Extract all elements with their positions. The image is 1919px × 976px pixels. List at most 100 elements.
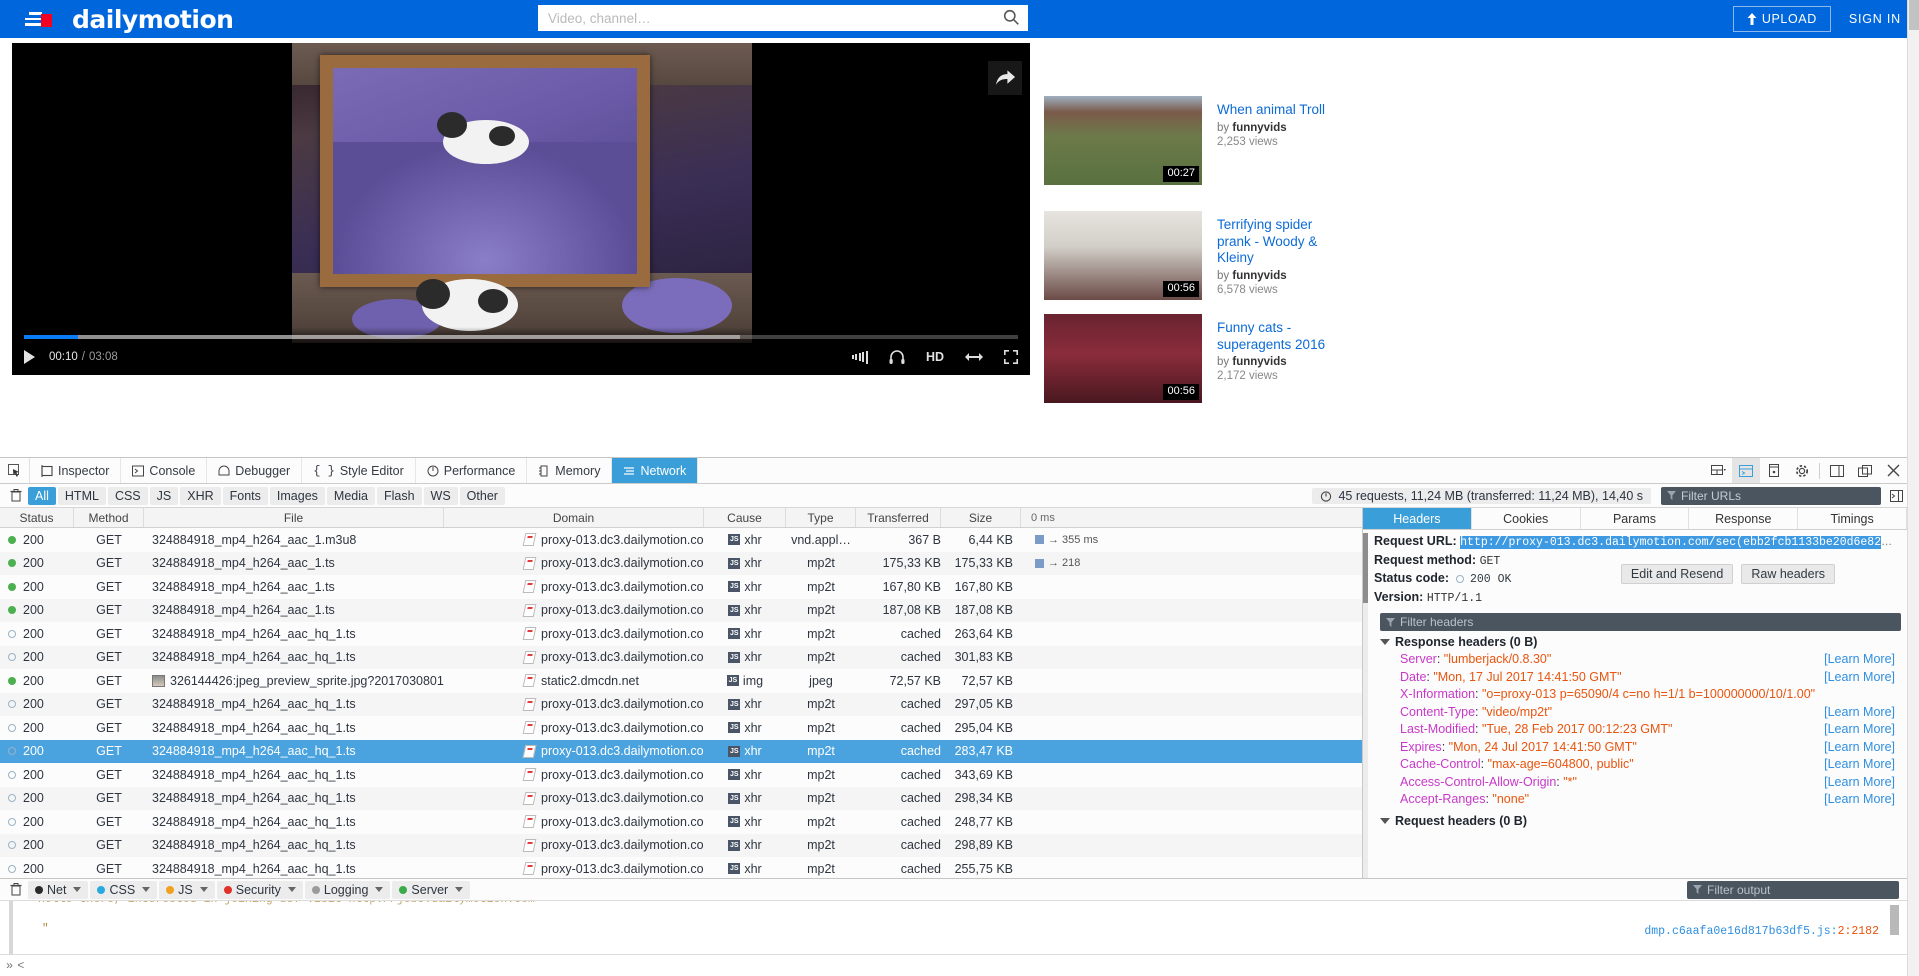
video-title[interactable]: When animal Troll xyxy=(1217,102,1325,119)
upload-button[interactable]: UPLOAD xyxy=(1732,6,1831,32)
col-method[interactable]: Method xyxy=(74,508,144,527)
col-cause[interactable]: Cause xyxy=(704,508,786,527)
filter-html[interactable]: HTML xyxy=(57,486,106,505)
response-headers-group[interactable]: Response headers (0 B) xyxy=(1374,633,1907,651)
filter-css[interactable]: CSS xyxy=(107,486,148,505)
filter-all[interactable]: All xyxy=(28,486,56,505)
table-row[interactable]: 200 GET 324884918_mp4_h264_aac_hq_1.ts prox… xyxy=(0,833,1362,857)
quality-bars-icon[interactable] xyxy=(851,350,868,364)
col-file[interactable]: File xyxy=(144,508,444,527)
console-filter-logging[interactable]: Logging xyxy=(304,880,391,899)
tab-network[interactable]: Network xyxy=(612,458,699,483)
filter-xhr[interactable]: XHR xyxy=(180,486,221,505)
url-filter-input[interactable]: Filter URLs xyxy=(1661,486,1881,505)
video-player[interactable]: 00:10 / 03:08 HD xyxy=(12,43,1030,375)
table-row[interactable]: 200 GET 324884918_mp4_h264_aac_hq_1.ts prox… xyxy=(0,763,1362,787)
author-name[interactable]: funnyvids xyxy=(1232,122,1286,134)
table-row[interactable]: 200 GET 324884918_mp4_h264_aac_hq_1.ts prox… xyxy=(0,857,1362,881)
request-headers-group[interactable]: Request headers (0 B) xyxy=(1374,812,1907,830)
filter-ws[interactable]: WS xyxy=(423,486,458,505)
headers-filter-input[interactable]: Filter headers xyxy=(1380,613,1901,631)
col-timeline[interactable]: 0 ms xyxy=(1021,508,1362,527)
author-name[interactable]: funnyvids xyxy=(1232,270,1286,282)
col-size[interactable]: Size xyxy=(941,508,1021,527)
share-button[interactable] xyxy=(988,61,1022,95)
video-thumbnail[interactable]: 00:27 xyxy=(1044,96,1202,185)
learn-more-link[interactable]: [Learn More] xyxy=(1824,739,1907,757)
learn-more-link[interactable]: [Learn More] xyxy=(1824,774,1907,792)
tab-response[interactable]: Response xyxy=(1689,508,1799,529)
search-icon[interactable] xyxy=(1003,9,1020,26)
menu-burger-icon[interactable] xyxy=(12,12,58,28)
table-row[interactable]: 200 GET 324884918_mp4_h264_aac_1.ts proxy-0… xyxy=(0,598,1362,622)
list-item[interactable]: Terrifying spider prank 00:56 Terrifying… xyxy=(1044,211,1564,300)
detach-window-icon[interactable] xyxy=(1851,458,1879,483)
filter-js[interactable]: JS xyxy=(149,486,179,505)
dock-side-icon[interactable] xyxy=(1823,458,1851,483)
hd-quality-button[interactable]: HD xyxy=(926,350,944,364)
responsive-mode-icon[interactable] xyxy=(1760,458,1788,483)
widescreen-icon[interactable] xyxy=(965,352,983,362)
video-title[interactable]: Funny cats - superagents 2016 xyxy=(1217,320,1349,353)
search-input[interactable] xyxy=(538,5,1028,31)
table-row[interactable]: 200 GET 326144426:jpeg_preview_sprite.jpg?… xyxy=(0,669,1362,693)
filter-other[interactable]: Other xyxy=(459,486,505,505)
close-icon[interactable] xyxy=(1879,458,1907,483)
tab-timings[interactable]: Timings xyxy=(1798,508,1907,529)
toggle-details-pane-icon[interactable] xyxy=(1885,489,1907,502)
console-filter-css[interactable]: CSS xyxy=(90,880,158,899)
page-scrollbar-thumb[interactable] xyxy=(1909,0,1919,30)
table-row[interactable]: 200 GET 324884918_mp4_h264_aac_hq_1.ts prox… xyxy=(0,692,1362,716)
tab-headers[interactable]: Headers xyxy=(1363,508,1472,529)
col-type[interactable]: Type xyxy=(786,508,856,527)
console-filter-js[interactable]: JS xyxy=(159,880,215,899)
console-filter-server[interactable]: Server xyxy=(392,880,471,899)
learn-more-link[interactable]: [Learn More] xyxy=(1824,651,1907,669)
table-row[interactable]: 200 GET 324884918_mp4_h264_aac_hq_1.ts prox… xyxy=(0,786,1362,810)
signin-button[interactable]: SIGN IN xyxy=(1831,12,1919,26)
learn-more-link[interactable]: [Learn More] xyxy=(1824,721,1907,739)
table-row[interactable]: 200 GET 324884918_mp4_h264_aac_hq_1.ts prox… xyxy=(0,739,1362,763)
author-name[interactable]: funnyvids xyxy=(1232,356,1286,368)
edit-and-resend-button[interactable]: Edit and Resend xyxy=(1620,564,1734,584)
console-prompt[interactable]: » < xyxy=(0,954,1907,976)
learn-more-link[interactable]: [Learn More] xyxy=(1824,791,1907,809)
progress-bar[interactable] xyxy=(24,335,1018,339)
console-split-icon[interactable] xyxy=(1732,458,1760,483)
request-url-value[interactable]: http://proxy-013.dc3.dailymotion.com/sec… xyxy=(1460,536,1882,549)
video-thumbnail[interactable]: 00:56 xyxy=(1044,314,1202,403)
element-picker-icon[interactable] xyxy=(0,458,30,483)
page-scrollbar[interactable] xyxy=(1907,0,1919,976)
tab-console[interactable]: Console xyxy=(121,458,208,483)
console-scrollbar-thumb[interactable] xyxy=(1890,905,1899,935)
col-transferred[interactable]: Transferred xyxy=(856,508,941,527)
console-filter-security[interactable]: Security xyxy=(216,880,303,899)
tab-inspector[interactable]: Inspector xyxy=(30,458,122,483)
tab-performance[interactable]: Performance xyxy=(416,458,528,483)
console-filter-net[interactable]: Net xyxy=(28,880,89,899)
table-row[interactable]: 200 GET 324884918_mp4_h264_aac_1.ts proxy-0… xyxy=(0,575,1362,599)
video-surface[interactable] xyxy=(12,43,1030,375)
filter-flash[interactable]: Flash xyxy=(376,486,422,505)
console-filter-input[interactable]: Filter output xyxy=(1687,880,1899,899)
video-thumbnail[interactable]: Terrifying spider prank 00:56 xyxy=(1044,211,1202,300)
col-domain[interactable]: Domain xyxy=(444,508,704,527)
learn-more-link[interactable]: [Learn More] xyxy=(1824,756,1907,774)
layout-toggle-icon[interactable] xyxy=(1704,458,1732,483)
console-source-link[interactable]: dmp.c6aafa0e16d817b63df5.js:2:2182 xyxy=(1644,925,1879,938)
filter-images[interactable]: Images xyxy=(269,486,325,505)
learn-more-link[interactable]: [Learn More] xyxy=(1824,669,1907,687)
video-title[interactable]: Terrifying spider prank - Woody & Kleiny xyxy=(1217,217,1349,267)
clear-console-icon[interactable] xyxy=(4,883,28,896)
fullscreen-icon[interactable] xyxy=(1004,350,1018,364)
dailymotion-logo[interactable]: dailymotion xyxy=(72,5,234,34)
tab-debugger[interactable]: Debugger xyxy=(207,458,303,483)
col-status[interactable]: Status xyxy=(0,508,74,527)
tab-cookies[interactable]: Cookies xyxy=(1472,508,1581,529)
list-item[interactable]: 00:27 When animal Troll by funnyvids 2,2… xyxy=(1044,96,1564,185)
learn-more-link[interactable]: [Learn More] xyxy=(1824,704,1907,722)
table-row[interactable]: 200 GET 324884918_mp4_h264_aac_hq_1.ts prox… xyxy=(0,645,1362,669)
raw-headers-button[interactable]: Raw headers xyxy=(1741,564,1835,584)
clear-requests-icon[interactable] xyxy=(4,489,28,502)
list-item[interactable]: 00:56 Funny cats - superagents 2016 by f… xyxy=(1044,314,1564,403)
